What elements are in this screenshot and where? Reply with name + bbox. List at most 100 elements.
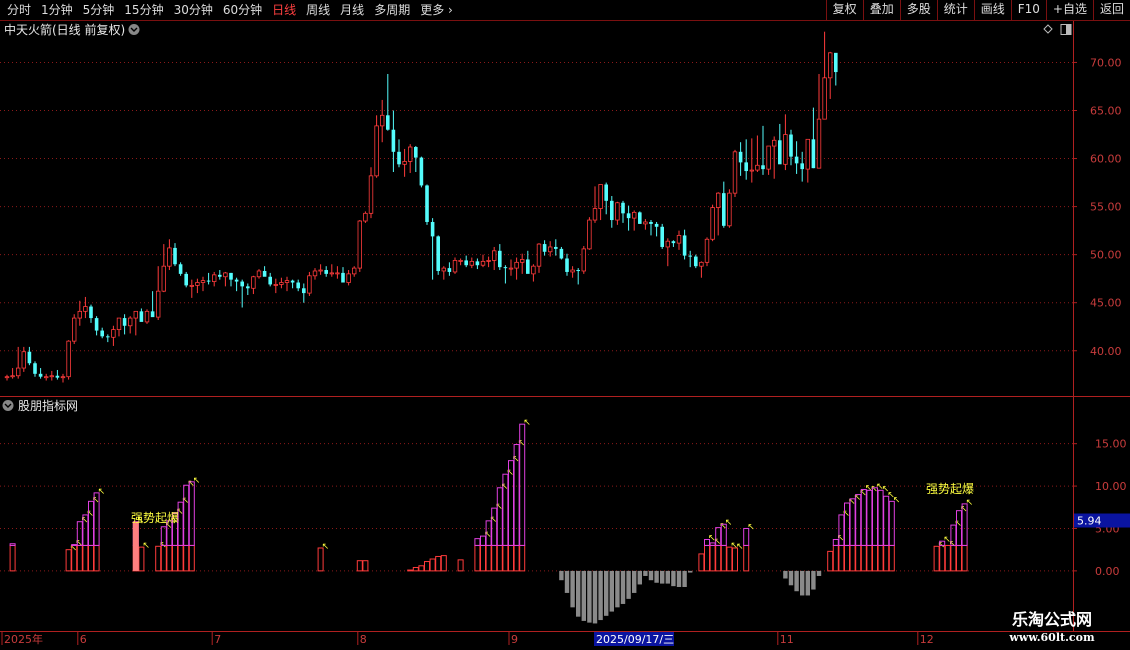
signal-bar [132, 521, 139, 571]
price-tick-label: 65.00 [1090, 104, 1122, 117]
candle-body [397, 151, 401, 165]
indicator-base-bar [412, 566, 419, 572]
candle-body [77, 310, 82, 319]
indicator-base-bar [76, 544, 83, 572]
candle-body [486, 260, 491, 262]
indicator-base-bar [362, 560, 369, 572]
indicator-neg-bar [794, 570, 799, 592]
signal-label: 强势起爆 [131, 511, 179, 525]
indicator-neg-bar [576, 570, 581, 617]
candle-body [407, 146, 413, 162]
signal-arrow: ↖ [893, 495, 901, 505]
indicator-base-bar [956, 544, 962, 572]
diamond-icon[interactable] [1043, 24, 1053, 34]
candle-body [834, 52, 838, 73]
candle-body [318, 269, 323, 272]
signal-arrow: ↖ [837, 534, 845, 544]
signal-arrow: ↖ [322, 542, 330, 552]
candle-body [592, 208, 598, 221]
indicator-base-bar [166, 544, 173, 572]
candle-body [508, 267, 514, 270]
date-label: 8 [360, 633, 367, 646]
signal-arrow: ↖ [484, 530, 492, 540]
signal-arrow: ↖ [193, 476, 201, 486]
candle-body [268, 276, 272, 285]
indicator-base-bar [888, 544, 895, 572]
candle-body [710, 207, 715, 240]
indicator-neg-bar [564, 570, 570, 593]
candle-body [744, 162, 748, 172]
candle-body [441, 267, 446, 272]
candle-body [587, 219, 592, 250]
indicator-base-bar [177, 544, 184, 572]
indicator-base-bar [872, 544, 878, 572]
date-label: 7 [214, 633, 221, 646]
candle-body [643, 221, 648, 225]
candle-body [341, 272, 345, 283]
candle-body [565, 258, 569, 272]
chevron-down-circle-icon[interactable] [2, 400, 14, 411]
indicator-neg-bar [676, 570, 682, 587]
date-label: 12 [920, 633, 934, 646]
candle-body [458, 260, 463, 262]
date-cursor-label: 2025/09/17/三 [596, 633, 674, 646]
candle-body [604, 184, 608, 201]
indicator-outline-bar [474, 538, 481, 546]
indicator-neg-bar [626, 570, 631, 599]
candle-body [218, 274, 222, 277]
candle-body [240, 281, 244, 287]
candle-body [4, 376, 10, 379]
candle-body [357, 220, 362, 269]
candle-body [200, 280, 206, 283]
candle-body [284, 280, 290, 283]
signal-arrow: ↖ [501, 482, 509, 492]
candle-body [44, 376, 49, 379]
price-tick-label: 55.00 [1090, 201, 1122, 214]
indicator-base-bar [435, 555, 442, 572]
signal-arrow: ↖ [98, 487, 106, 497]
candle-body [155, 290, 161, 318]
candle-body [419, 157, 424, 186]
candle-body [805, 138, 810, 170]
candle-body [559, 248, 564, 259]
signal-arrow: ↖ [142, 541, 150, 551]
candle-body [15, 367, 21, 377]
indicator-neg-bar [637, 570, 642, 585]
candle-body [660, 226, 664, 247]
candle-body [21, 351, 26, 369]
candle-body [296, 282, 300, 289]
price-tick-label: 70.00 [1090, 56, 1122, 69]
indicator-neg-bar [559, 570, 564, 581]
chart-canvas[interactable]: 70.0065.0060.0055.0050.0045.0040.00中天火箭(… [0, 0, 1130, 650]
candle-body [632, 211, 637, 219]
candle-body [38, 373, 43, 377]
candle-body [514, 261, 519, 269]
candle-body [312, 270, 318, 277]
chevron-down-circle-icon[interactable] [128, 24, 140, 35]
candle-body [234, 279, 239, 282]
candle-body [430, 221, 435, 237]
indicator-base-bar [88, 544, 94, 572]
candle-body [503, 267, 508, 269]
indicator-base-bar [860, 544, 867, 572]
candle-body [150, 311, 155, 318]
indicator-outline-bar [183, 484, 190, 546]
signal-arrow: ↖ [506, 468, 514, 478]
candle-body [682, 235, 687, 256]
candle-body [262, 270, 267, 277]
indicator-base-bar [407, 569, 414, 572]
candle-body [161, 265, 166, 292]
candle-body [346, 273, 351, 283]
candle-body [436, 236, 440, 271]
candle-body [704, 238, 710, 263]
candle-body [576, 270, 580, 272]
indicator-neg-bar [800, 570, 805, 596]
candle-body [822, 77, 827, 120]
indicator-base-bar [832, 544, 839, 572]
candle-body [694, 256, 698, 267]
candle-body [223, 272, 228, 278]
candle-body [615, 202, 620, 221]
candle-body [167, 247, 172, 267]
indicator-outline-bar [888, 500, 895, 546]
indicator-base-bar [183, 544, 190, 572]
